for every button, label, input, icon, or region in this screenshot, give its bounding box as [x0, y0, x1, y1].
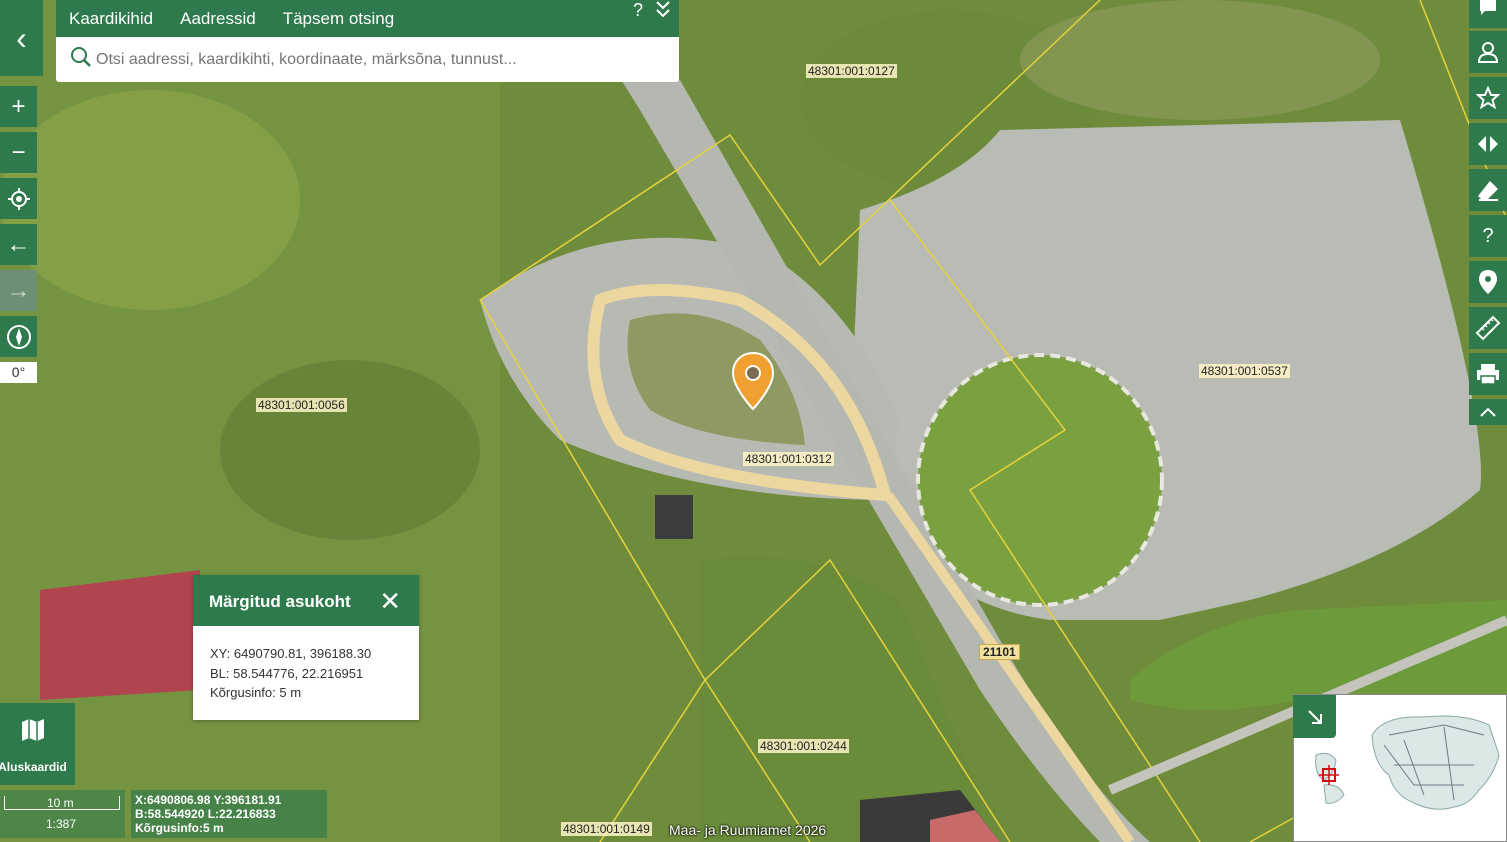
header-tabs: Kaardikihid Aadressid Täpsem otsing ? — [56, 0, 679, 37]
close-icon[interactable]: ✕ — [379, 588, 401, 614]
compare-icon — [1478, 136, 1498, 152]
history-back-button[interactable]: ← — [0, 224, 37, 265]
parcel-label: 48301:001:0127 — [806, 64, 897, 78]
compare-button[interactable] — [1469, 123, 1507, 165]
help-icon: ? — [1482, 224, 1494, 247]
marked-location-popup: Märgitud asukoht ✕ XY: 6490790.81, 39618… — [193, 575, 419, 720]
tab-advanced-search[interactable]: Täpsem otsing — [283, 9, 395, 29]
location-pin-icon — [1479, 270, 1497, 294]
location-marker-icon[interactable] — [731, 351, 775, 413]
user-icon — [1477, 42, 1499, 63]
rotation-readout: 0° — [0, 362, 37, 383]
basemaps-button[interactable]: Aluskaardid — [0, 703, 75, 785]
parcel-label: 48301:001:0149 — [561, 822, 652, 836]
popup-bl: BL: 58.544776, 22.216951 — [210, 665, 364, 681]
print-icon — [1477, 364, 1499, 385]
eraser-button[interactable] — [1469, 169, 1507, 211]
popup-header: Märgitud asukoht ✕ — [193, 575, 419, 626]
locate-icon — [7, 187, 30, 210]
cursor-coordinates: X:6490806.98 Y:396181.91 B:58.544920 L:2… — [131, 790, 327, 838]
search-input[interactable] — [96, 50, 656, 69]
print-button[interactable] — [1469, 353, 1507, 395]
arrow-left-icon: ← — [6, 230, 31, 258]
road-number-label: 21101 — [979, 644, 1020, 660]
comment-icon — [1480, 0, 1496, 15]
tab-map-layers[interactable]: Kaardikihid — [69, 9, 153, 29]
parcel-label: 48301:001:0244 — [758, 739, 849, 753]
search-icon — [70, 46, 92, 73]
parcel-label: 48301:001:0312 — [743, 452, 834, 466]
arrow-down-right-icon — [1307, 709, 1322, 724]
plus-icon: + — [11, 92, 26, 120]
popup-title: Märgitud asukoht — [209, 592, 351, 611]
help-icon[interactable]: ? — [633, 0, 643, 20]
cursor-bl: B:58.544920 L:22.216833 — [135, 807, 276, 821]
scale-bar: 10 m 1:387 — [0, 790, 125, 838]
toolbar-collapse-button[interactable] — [1469, 399, 1507, 425]
cursor-xy: X:6490806.98 Y:396181.91 — [135, 793, 282, 807]
eraser-icon — [1478, 181, 1498, 201]
compass-button[interactable] — [0, 316, 37, 357]
chevron-up-icon — [1480, 407, 1496, 417]
overview-toggle-button[interactable] — [1293, 695, 1336, 738]
map-attribution: Maa- ja Ruumiamet 2026 — [669, 822, 827, 838]
compass-icon — [6, 324, 31, 349]
zoom-in-button[interactable]: + — [0, 86, 37, 127]
arrow-right-icon: → — [6, 276, 31, 304]
zoom-out-button[interactable]: − — [0, 132, 37, 173]
parcel-label: 48301:001:0537 — [1199, 364, 1290, 378]
mark-location-button[interactable] — [1469, 261, 1507, 303]
user-button[interactable] — [1469, 31, 1507, 73]
scale-distance: 10 m — [47, 796, 74, 810]
feedback-button[interactable] — [1469, 0, 1507, 28]
ruler-icon — [1475, 315, 1501, 341]
search-bar — [56, 37, 679, 82]
minus-icon: − — [11, 138, 26, 166]
scale-ratio: 1:387 — [46, 817, 77, 831]
tab-addresses[interactable]: Aadressid — [180, 9, 256, 29]
locate-button[interactable] — [0, 178, 37, 219]
popup-xy: XY: 6490790.81, 396188.30 — [210, 646, 372, 661]
help-button[interactable]: ? — [1469, 215, 1507, 257]
parcel-label: 48301:001:0056 — [256, 398, 347, 412]
favorites-button[interactable] — [1469, 77, 1507, 119]
double-chevron-down-icon[interactable] — [655, 0, 671, 20]
measure-button[interactable] — [1469, 307, 1507, 349]
star-icon — [1476, 86, 1500, 110]
collapse-panel-button[interactable]: ‹ — [0, 0, 43, 76]
basemaps-label: Aluskaardid — [0, 760, 67, 774]
chevron-left-icon: ‹ — [16, 19, 27, 56]
history-forward-button[interactable]: → — [0, 270, 37, 311]
popup-height: Kõrgusinfo: 5 m — [210, 685, 302, 700]
cursor-height: Kõrgusinfo:5 m — [135, 821, 224, 835]
map-icon — [21, 719, 44, 741]
